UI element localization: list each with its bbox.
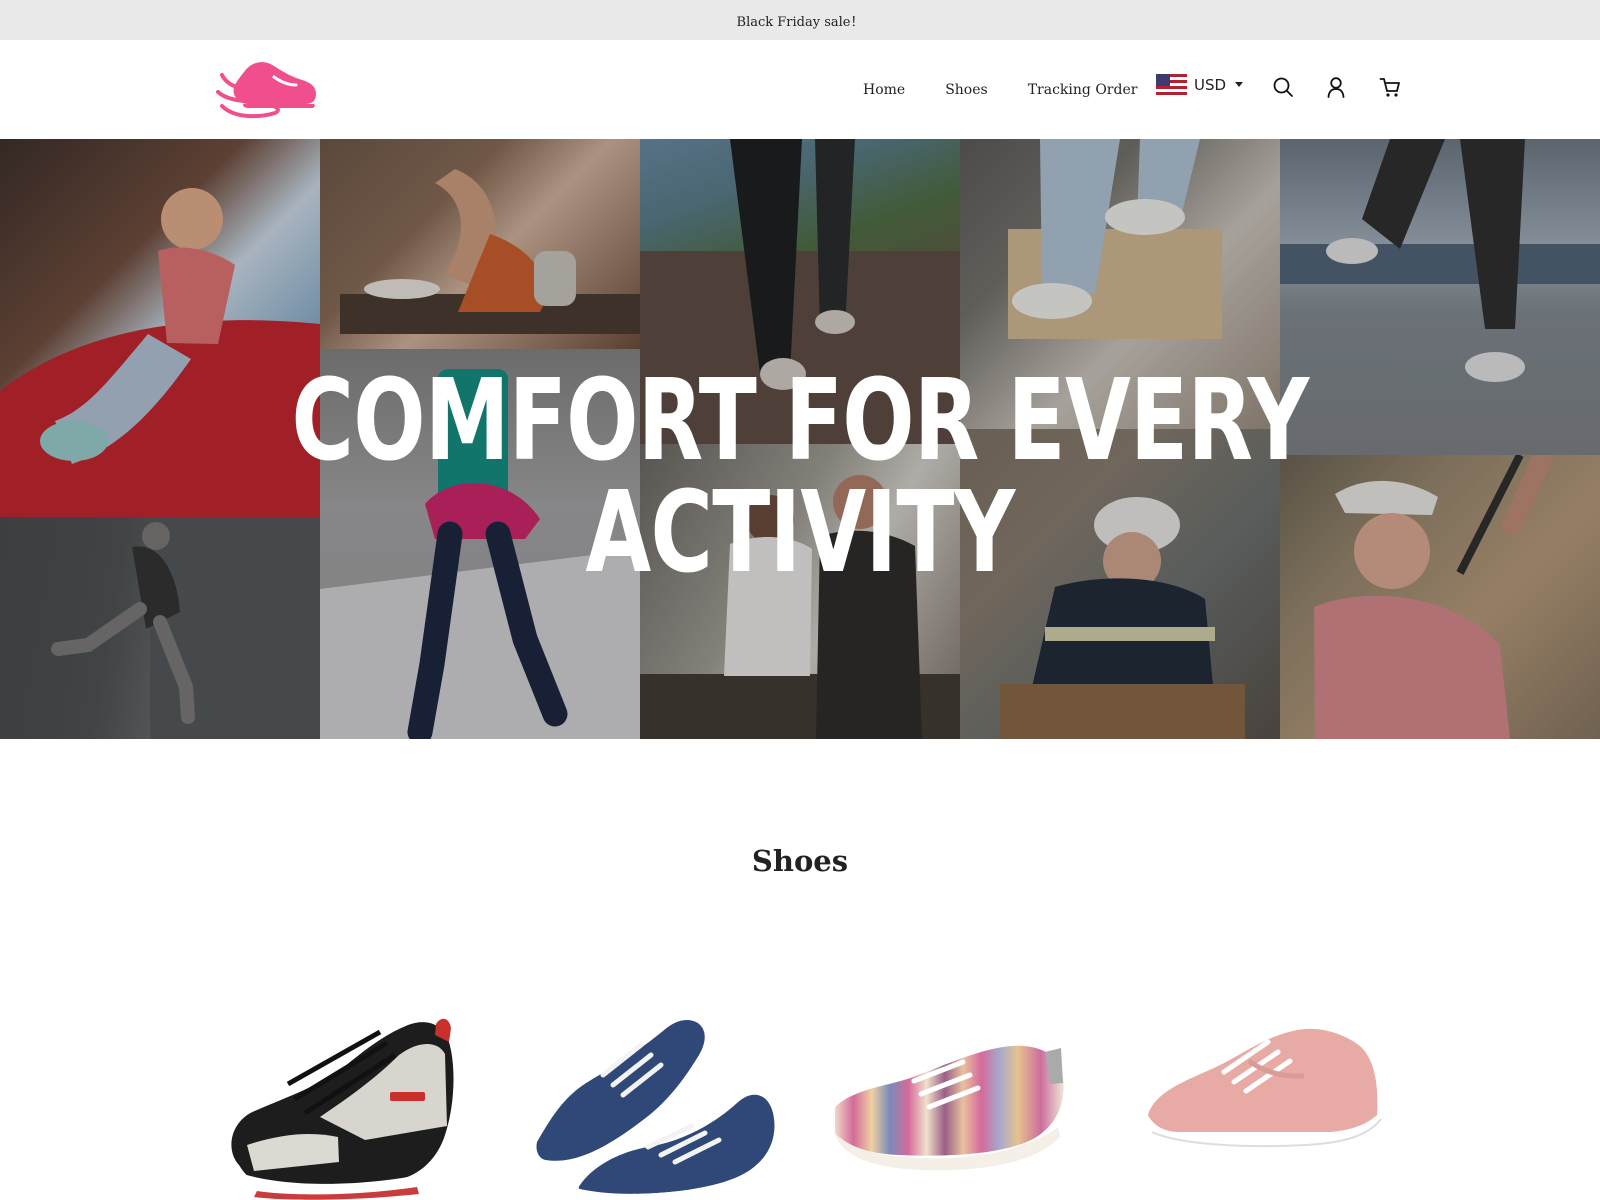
- account-button[interactable]: [1323, 74, 1349, 100]
- announcement-bar: Black Friday sale！: [0, 0, 1600, 40]
- main-navigation: Home Shoes Tracking Order: [863, 40, 1177, 139]
- hero-headline: COMFORT FOR EVERY ACTIVITY: [291, 356, 1310, 598]
- navy-canvas-sneakers-image: [530, 1020, 777, 1199]
- site-header: Home Shoes Tracking Order USD: [0, 40, 1600, 139]
- announcement-text: Black Friday sale！: [736, 14, 864, 30]
- product-card-2[interactable]: [515, 1000, 777, 1200]
- cart-icon: [1379, 78, 1400, 97]
- user-icon: [1327, 77, 1345, 98]
- currency-code: USD: [1194, 75, 1227, 94]
- search-icon: [1273, 77, 1293, 97]
- bench-sitting-image: [340, 169, 640, 334]
- hero-banner[interactable]: COMFORT FOR EVERY ACTIVITY: [0, 139, 1600, 739]
- product-card-4[interactable]: [1130, 1000, 1392, 1200]
- nav-tracking-order-link[interactable]: Tracking Order: [1028, 82, 1138, 98]
- shoes-section-title: Shoes: [751, 844, 849, 879]
- black-white-sneaker-image: [231, 1018, 454, 1200]
- striped-slip-on-sneaker-image: [834, 1045, 1064, 1171]
- pink-platform-sneaker-image: [1146, 1028, 1383, 1171]
- currency-selector[interactable]: USD: [1156, 74, 1244, 95]
- nav-home-link[interactable]: Home: [863, 82, 905, 98]
- product-card-3[interactable]: [825, 1000, 1087, 1200]
- store-logo-link[interactable]: [216, 56, 320, 122]
- caret-down-icon: [1235, 82, 1244, 87]
- nav-shoes-link[interactable]: Shoes: [945, 82, 988, 98]
- cart-button[interactable]: [1377, 74, 1403, 100]
- hero-photo-bench: [320, 139, 640, 349]
- search-button[interactable]: [1270, 74, 1296, 100]
- product-card-1[interactable]: [205, 1000, 467, 1200]
- us-flag-icon: [1156, 74, 1187, 95]
- pink-sneaker-logo-icon: [216, 62, 316, 119]
